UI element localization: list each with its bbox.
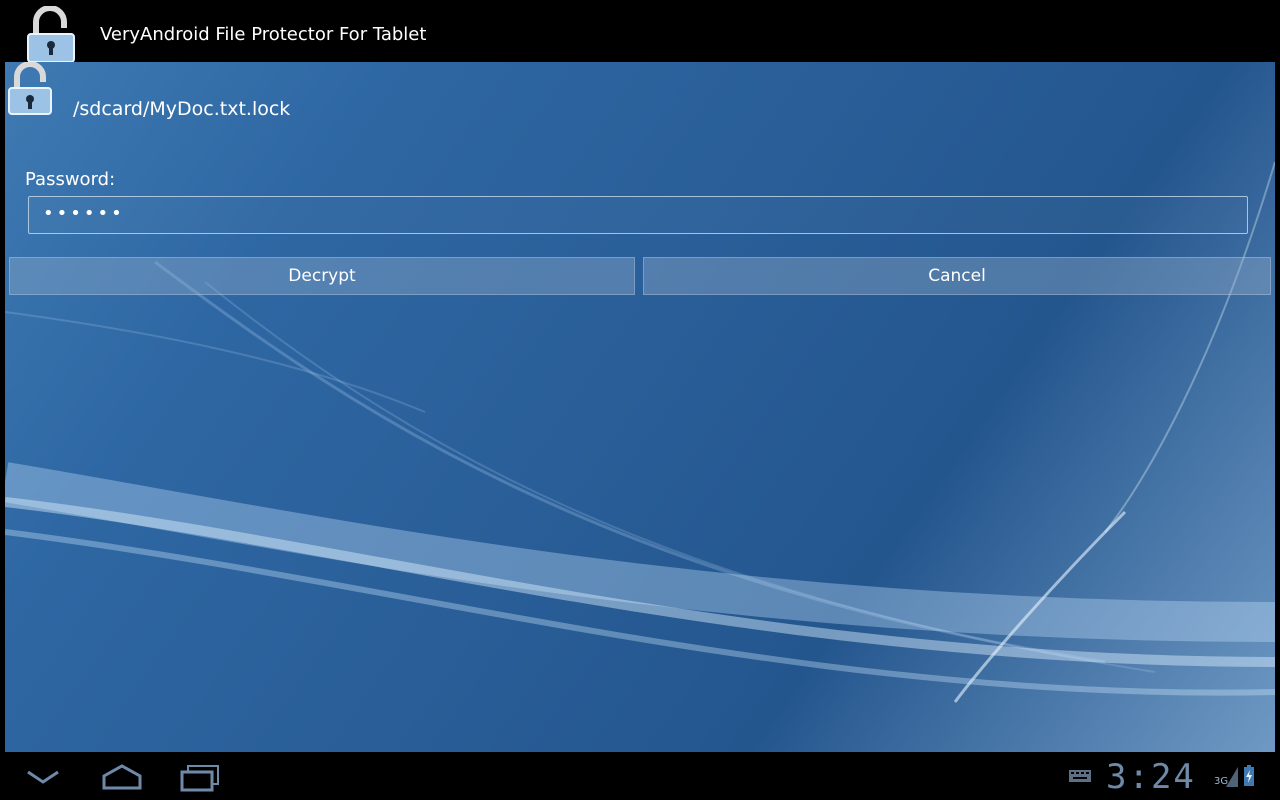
recent-apps-icon[interactable] [178,762,222,792]
back-icon[interactable] [24,762,62,790]
app-title: VeryAndroid File Protector For Tablet [100,24,427,45]
password-field[interactable]: •••••• [28,196,1248,234]
decrypt-button[interactable]: Decrypt [9,257,635,295]
app-titlebar: VeryAndroid File Protector For Tablet [0,0,1280,63]
password-value: •••••• [43,203,125,224]
padlock-open-icon [8,62,52,115]
wallpaper-graphic [5,161,1275,703]
battery-charging-icon [1244,765,1254,786]
signal-icon [1226,767,1238,787]
keyboard-icon [1069,770,1091,782]
clock: 3:24 [1106,757,1196,797]
cancel-button[interactable]: Cancel [643,257,1271,295]
file-path: /sdcard/MyDoc.txt.lock [73,98,291,120]
wallpaper: /sdcard/MyDoc.txt.lock Password: •••••• … [5,62,1275,752]
padlock-open-icon [27,6,75,63]
password-label: Password: [25,169,116,190]
home-icon[interactable] [100,762,144,792]
